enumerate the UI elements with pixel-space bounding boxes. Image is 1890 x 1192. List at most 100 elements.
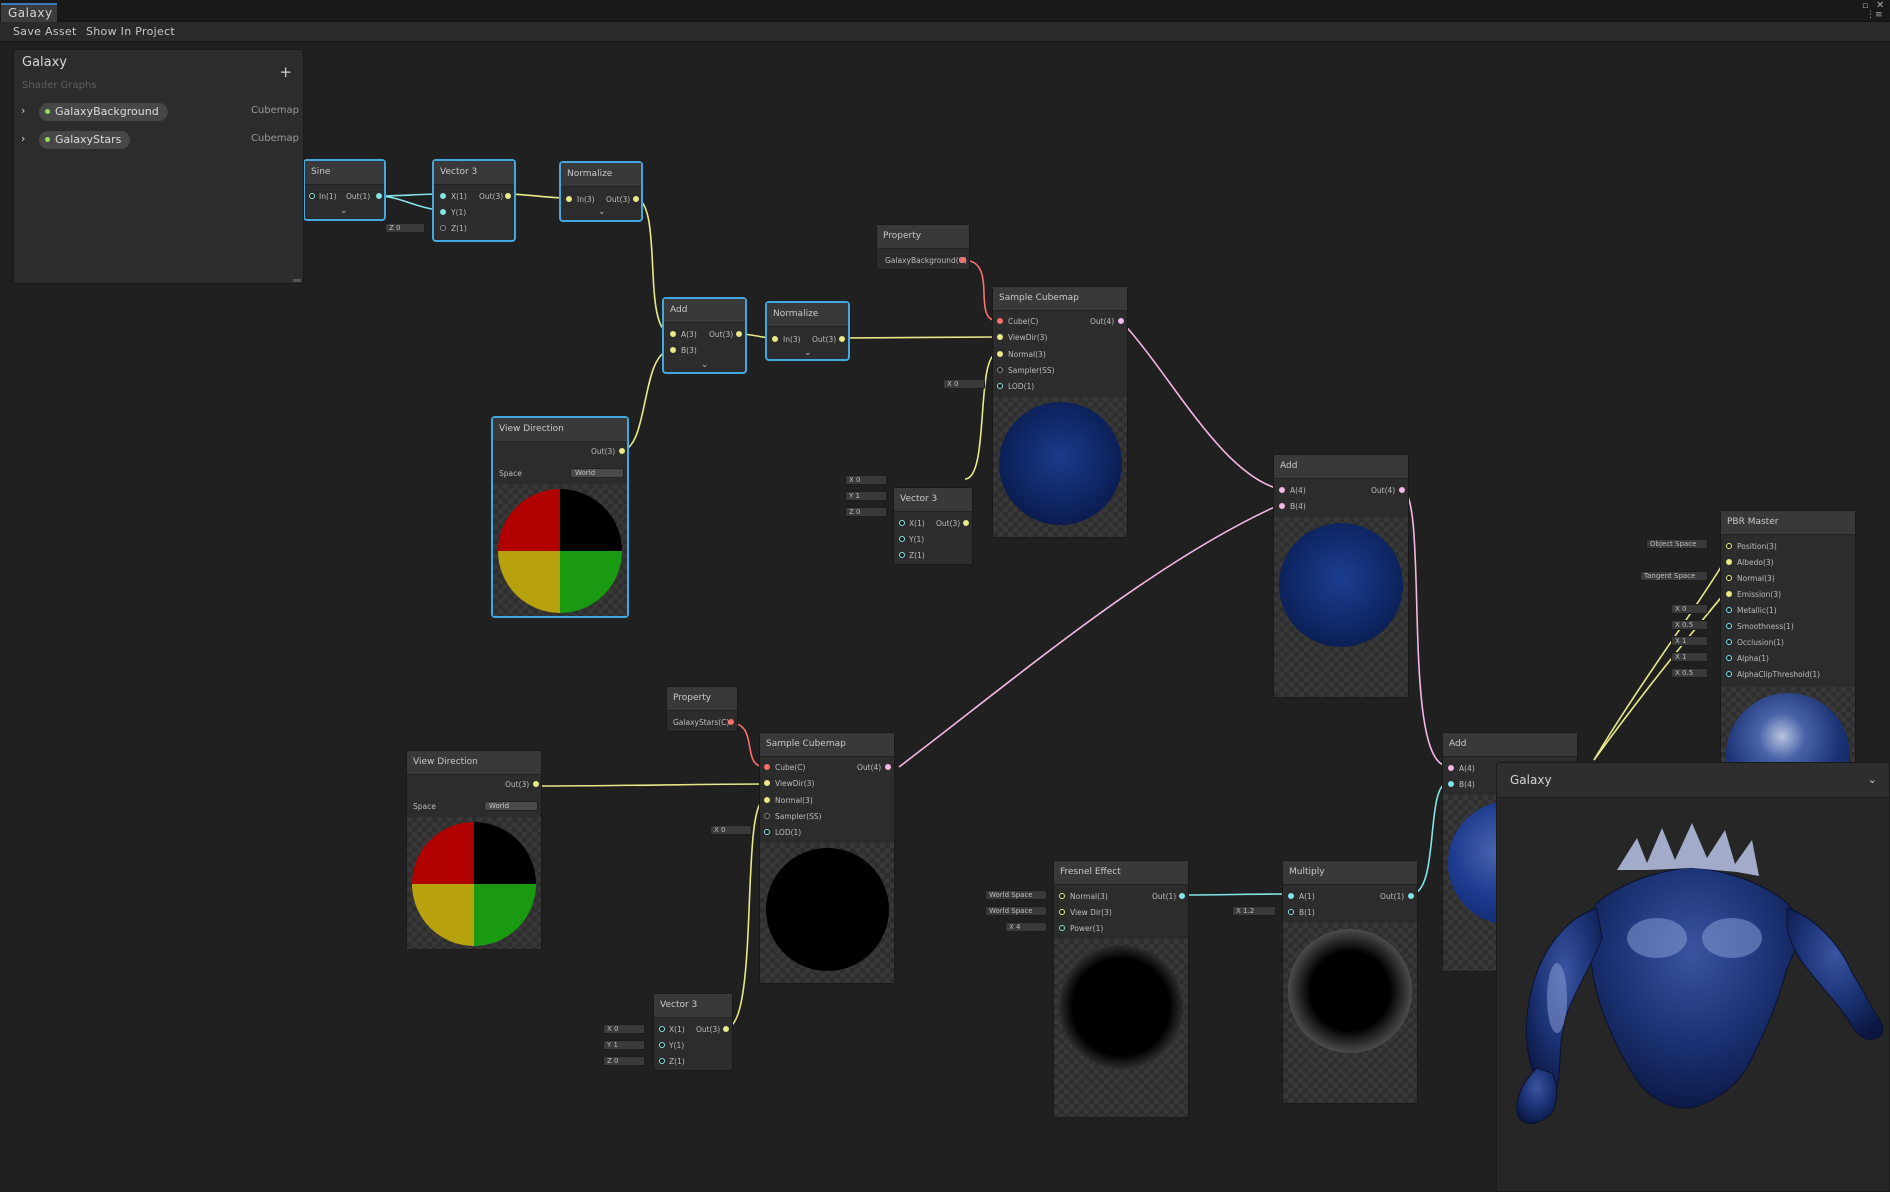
port-dot[interactable]	[670, 331, 676, 337]
node-view-direction[interactable]: View Direction Out(3) Space World	[492, 417, 628, 617]
port-dot[interactable]	[963, 520, 969, 526]
occlusion-input[interactable]: X 1	[1671, 636, 1708, 646]
node-vector3[interactable]: Vector 3 X(1) Y(1) Z(1) Out(3)	[433, 160, 515, 241]
b-input[interactable]: X 1.2	[1232, 906, 1276, 916]
port-dot[interactable]	[899, 552, 905, 558]
port-dot[interactable]	[1726, 543, 1732, 549]
y-input[interactable]: Y 1	[845, 491, 887, 501]
alpha-clip-input[interactable]: X 0.5	[1671, 668, 1708, 678]
port-dot[interactable]	[1448, 765, 1454, 771]
port-dot[interactable]	[839, 336, 845, 342]
port-dot[interactable]	[764, 764, 770, 770]
chevron-down-icon[interactable]: ⌄	[804, 348, 812, 358]
port-dot[interactable]	[997, 383, 1003, 389]
main-preview-window[interactable]: Galaxy ⌄	[1496, 762, 1890, 1192]
node-property[interactable]: Property GalaxyStars(C)	[666, 686, 738, 732]
port-dot[interactable]	[960, 257, 966, 263]
show-in-project-button[interactable]: Show In Project	[86, 25, 175, 38]
blackboard-property-row[interactable]: › GalaxyStars Cubemap	[19, 130, 299, 150]
node-property[interactable]: Property GalaxyBackground(C)	[876, 224, 970, 270]
menu-icon[interactable]: ⋮≡	[1866, 10, 1883, 20]
x-input[interactable]: X 0	[603, 1024, 645, 1034]
port-dot[interactable]	[1179, 893, 1185, 899]
z-input[interactable]: Z 0	[385, 223, 425, 233]
port-dot[interactable]	[772, 336, 778, 342]
port-dot[interactable]	[1726, 655, 1732, 661]
chevron-right-icon[interactable]: ›	[21, 104, 25, 117]
port-dot[interactable]	[376, 193, 382, 199]
port-dot[interactable]	[1279, 503, 1285, 509]
port-dot[interactable]	[764, 813, 770, 819]
port-dot[interactable]	[997, 367, 1003, 373]
port-dot[interactable]	[309, 193, 315, 199]
port-dot[interactable]	[1118, 318, 1124, 324]
lod-input[interactable]: X 0	[710, 825, 752, 835]
power-input[interactable]: X 4	[1005, 922, 1047, 932]
x-input[interactable]: X 0	[845, 475, 887, 485]
z-input[interactable]: Z 0	[603, 1056, 645, 1066]
port-dot[interactable]	[1726, 639, 1732, 645]
smoothness-input[interactable]: X 0.5	[1671, 620, 1708, 630]
node-sample-cubemap[interactable]: Sample Cubemap Cube(C) ViewDir(3) Normal…	[759, 732, 895, 984]
property-pill[interactable]: GalaxyStars	[39, 131, 131, 149]
save-asset-button[interactable]: Save Asset	[13, 25, 77, 38]
node-vector3[interactable]: Vector 3 X(1) Y(1) Z(1) Out(3)	[653, 993, 733, 1071]
port-dot[interactable]	[566, 196, 572, 202]
chevron-down-icon[interactable]: ⌄	[340, 206, 348, 216]
port-dot[interactable]	[633, 196, 639, 202]
port-dot[interactable]	[505, 193, 511, 199]
port-dot[interactable]	[764, 780, 770, 786]
space-dropdown[interactable]: World	[484, 801, 538, 811]
node-sine[interactable]: Sine In(1) Out(1) ⌄	[304, 160, 385, 220]
port-dot[interactable]	[1726, 591, 1732, 597]
port-dot[interactable]	[659, 1058, 665, 1064]
port-dot[interactable]	[1279, 487, 1285, 493]
port-dot[interactable]	[736, 331, 742, 337]
space-dropdown[interactable]: World	[570, 468, 624, 478]
port-dot[interactable]	[1726, 623, 1732, 629]
port-dot[interactable]	[1726, 559, 1732, 565]
node-multiply[interactable]: Multiply A(1) B(1) Out(1)	[1282, 860, 1418, 1104]
port-dot[interactable]	[1726, 607, 1732, 613]
window-tab[interactable]: Galaxy	[1, 3, 57, 22]
port-dot[interactable]	[723, 1026, 729, 1032]
chevron-down-icon[interactable]: ⌄	[701, 360, 709, 370]
port-dot[interactable]	[997, 334, 1003, 340]
blackboard-property-row[interactable]: › GalaxyBackground Cubemap	[19, 102, 299, 122]
port-dot[interactable]	[764, 797, 770, 803]
blackboard-panel[interactable]: Galaxy Shader Graphs + › GalaxyBackgroun…	[13, 49, 304, 284]
port-dot[interactable]	[1399, 487, 1405, 493]
port-dot[interactable]	[997, 351, 1003, 357]
y-input[interactable]: Y 1	[603, 1040, 645, 1050]
viewdir-space-input[interactable]: World Space	[985, 906, 1047, 916]
add-property-button[interactable]: +	[279, 63, 292, 81]
z-input[interactable]: Z 0	[845, 507, 887, 517]
port-dot[interactable]	[1288, 909, 1294, 915]
port-dot[interactable]	[899, 536, 905, 542]
position-space-input[interactable]: Object Space	[1646, 539, 1708, 549]
node-vector3[interactable]: Vector 3 X(1) Y(1) Z(1) Out(3)	[893, 487, 973, 565]
port-dot[interactable]	[670, 347, 676, 353]
port-dot[interactable]	[1448, 781, 1454, 787]
normal-space-input[interactable]: World Space	[985, 890, 1047, 900]
port-dot[interactable]	[885, 764, 891, 770]
port-dot[interactable]	[619, 448, 625, 454]
port-dot[interactable]	[1059, 909, 1065, 915]
chevron-down-icon[interactable]: ⌄	[1868, 773, 1877, 786]
node-normalize[interactable]: Normalize In(3) Out(3) ⌄	[766, 302, 849, 360]
port-dot[interactable]	[440, 209, 446, 215]
property-pill[interactable]: GalaxyBackground	[39, 103, 168, 121]
preview-model[interactable]	[1497, 798, 1890, 1192]
node-view-direction[interactable]: View Direction Out(3) Space World	[406, 750, 542, 950]
lod-input[interactable]: X 0	[943, 379, 985, 389]
port-dot[interactable]	[1408, 893, 1414, 899]
metallic-input[interactable]: X 0	[1671, 604, 1708, 614]
node-add[interactable]: Add A(4) B(4) Out(4)	[1273, 454, 1409, 698]
port-dot[interactable]	[659, 1026, 665, 1032]
chevron-right-icon[interactable]: ›	[21, 132, 25, 145]
node-normalize[interactable]: Normalize In(3) Out(3) ⌄	[560, 162, 642, 221]
normal-space-input[interactable]: Tangent Space	[1640, 571, 1708, 581]
port-dot[interactable]	[1726, 575, 1732, 581]
port-dot[interactable]	[533, 781, 539, 787]
resize-handle[interactable]	[293, 279, 301, 282]
